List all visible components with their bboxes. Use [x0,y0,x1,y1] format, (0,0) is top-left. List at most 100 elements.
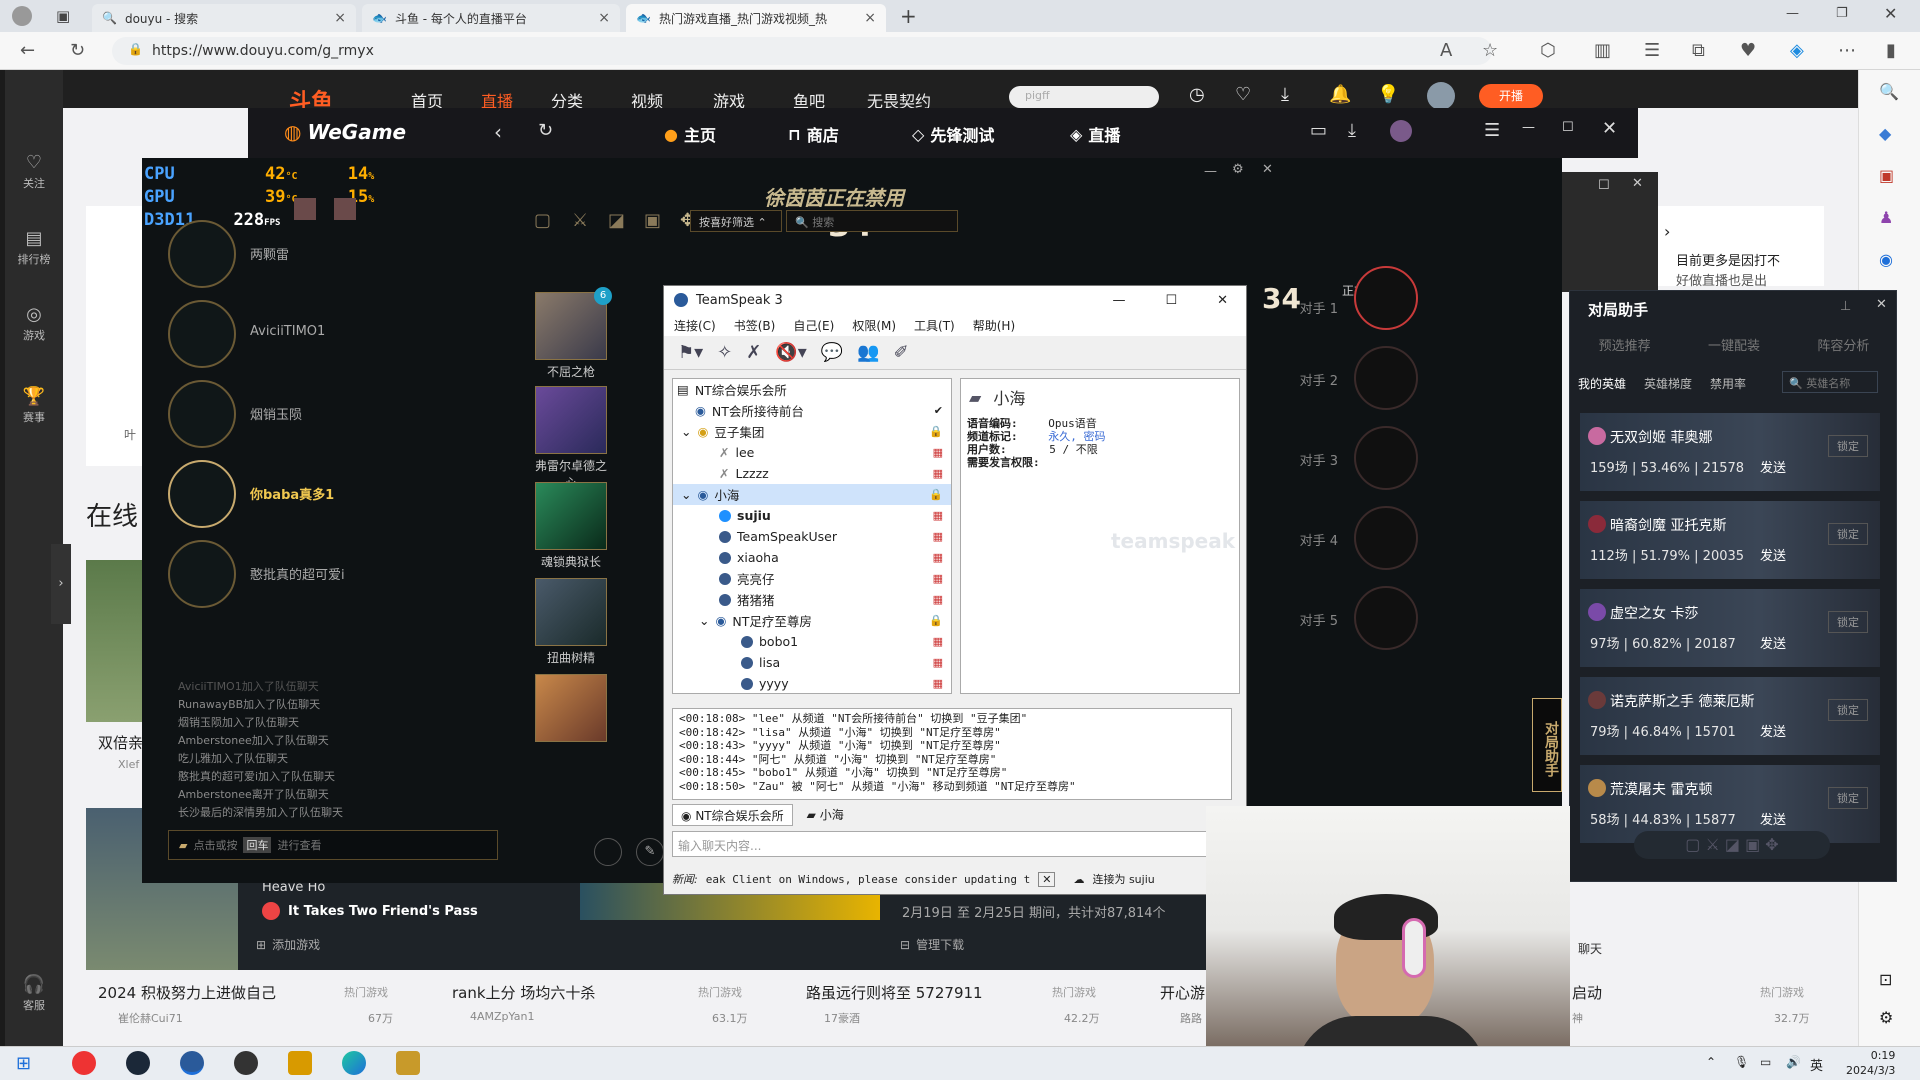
history-icon[interactable]: ◷ [1189,84,1205,105]
chat-tab-channel[interactable]: ▰ 小海 [799,804,852,826]
sidebar-item-events[interactable]: 🏆 赛事 [5,386,63,425]
shopping-icon[interactable]: ◆ [1879,124,1891,143]
tree-client[interactable]: ✗ lee ▦ [673,442,951,463]
chat-input[interactable]: 输入聊天内容... [672,831,1246,857]
back-icon[interactable]: ← [20,40,35,61]
app-edge-icon[interactable] [342,1051,366,1075]
tray-microphone-icon[interactable]: 🎙 [1734,1055,1749,1069]
stream-title[interactable]: 启动 [1572,982,1602,1003]
helper-role-filter[interactable]: ▢ ⚔ ◪ ▣ ✥ [1634,831,1830,859]
hero-search-input[interactable]: 🔍 英雄名称 [1782,371,1878,393]
menu-bookmarks[interactable]: 书签(B) [734,317,776,334]
menu-connections[interactable]: 连接(C) [674,317,716,334]
send-button[interactable]: 发送 [1760,457,1786,476]
more-menu-icon[interactable]: ⋯ [1838,40,1856,61]
settings-gear-icon[interactable]: ⚙ [1232,162,1244,177]
close-tab-icon[interactable]: × [334,10,346,26]
tree-channel[interactable]: ⌄ ◉ 豆子集团 🔒 [673,421,951,442]
restore-button[interactable]: ☐ [1598,178,1610,193]
tree-client[interactable]: ✗ Lzzzz ▦ [673,463,951,484]
restore-window-button[interactable]: ❐ [1836,6,1848,21]
wegame-nav-pioneer[interactable]: ◇ 先锋测试 [912,122,994,146]
close-button[interactable]: ✕ [1602,118,1617,139]
tree-client[interactable]: yyyy ▦ [673,673,951,693]
wegame-logo[interactable]: ◍ WeGame [284,120,406,144]
stream-title[interactable]: 2024 积极努力上进做自己 [98,982,276,1003]
push-to-talk-icon[interactable]: ✐ [894,342,909,363]
stream-title[interactable]: 开心游 [1160,982,1205,1003]
tab-ban-rate[interactable]: 禁用率 [1710,375,1746,392]
wegame-nav-home[interactable]: ● 主页 [664,122,716,146]
browser-tab-search[interactable]: 🔍 douyu - 搜索 × [92,4,356,32]
disconnect-icon[interactable]: ✧ [717,342,732,363]
stream-title[interactable]: rank上分 场均六十杀 [452,982,595,1003]
wegame-nav-store[interactable]: ⊓ 商店 [788,122,839,146]
user-avatar[interactable] [1427,82,1455,110]
close-button[interactable]: ✕ [1262,162,1273,177]
champion-tile[interactable]: 6 不屈之枪 [535,287,612,380]
open-live-button[interactable]: 开播 [1479,84,1543,108]
douyu-chat-label[interactable]: 聊天 [1578,940,1602,957]
tab-one-click-build[interactable]: 一键配装 [1708,335,1760,354]
sidebar-expand-icon[interactable]: › [51,544,71,624]
profile-avatar[interactable] [12,6,32,26]
emote-icon[interactable] [594,838,622,866]
close-tab-icon[interactable]: × [864,10,876,26]
close-button[interactable]: ✕ [1632,176,1643,191]
tree-channel-selected[interactable]: ⌄ ◉ 小海 🔒 [673,484,951,505]
add-game-button[interactable]: ⊞ 添加游戏 [256,936,320,953]
collections-icon[interactable]: ⧉ [1692,40,1705,61]
team-chat-input[interactable]: ▰ 点击或按 回车 进行查看 [168,830,498,860]
copilot-icon[interactable]: ◈ [1790,40,1804,61]
lock-button[interactable]: 锁定 [1828,523,1868,545]
app-league-client-icon[interactable] [396,1051,420,1075]
maximize-button[interactable]: ☐ [1165,293,1177,308]
sidebar-item-ranking[interactable]: ▤ 排行榜 [5,228,63,267]
left-card-title[interactable]: 双倍亲 [98,732,143,753]
folder-icon[interactable]: ▭ [1310,120,1327,141]
close-news-icon[interactable]: ✕ [1038,871,1056,887]
tray-clock[interactable]: 0:19 2024/3/3 [1846,1048,1895,1078]
refresh-icon[interactable]: ↻ [70,40,85,61]
url-input[interactable]: 🔒 https://www.douyu.com/g_rmyx [112,37,1492,65]
connect-icon[interactable]: ⚑▾ [678,342,703,363]
tab-actions-icon[interactable]: ▣ [56,7,70,25]
follow-icon[interactable]: ♡ [1235,84,1251,105]
lightbulb-icon[interactable]: 💡 [1377,84,1399,105]
menu-self[interactable]: 自己(E) [793,317,834,334]
lock-button[interactable]: 锁定 [1828,435,1868,457]
read-aloud-icon[interactable]: A [1440,40,1452,61]
pin-icon[interactable]: ⊥ [1840,299,1851,314]
stream-thumbnail[interactable] [86,560,146,722]
menu-icon[interactable]: ☰ [1484,120,1500,141]
away-icon[interactable]: 💬 [821,342,843,363]
sidebar-item-games[interactable]: ◎ 游戏 [5,304,63,343]
favorites-icon[interactable]: ☰ [1644,40,1660,61]
browser-tab-hot-games[interactable]: 🐟 热门游戏直播_热门游戏视频_热 × [626,4,886,32]
tree-server[interactable]: ▤ NT综合娱乐会所 [673,379,951,400]
tree-client[interactable]: 猪猪猪 ▦ [673,589,951,610]
hero-card[interactable]: 无双剑姬 菲奥娜 锁定 159场 | 53.46% | 21578 发送 [1580,413,1880,491]
lock-button[interactable]: 锁定 [1828,611,1868,633]
settings-gear-icon[interactable]: ⚙ [1879,1008,1893,1027]
filter-fighter-icon[interactable]: ⚔ [572,210,588,231]
chat-tab-server[interactable]: ◉ NT综合娱乐会所 [672,804,793,826]
screenshot-icon[interactable]: ⊡ [1879,970,1892,989]
minimize-button[interactable]: — [1112,293,1125,308]
game-list-item[interactable]: It Takes Two Friend's Pass [262,902,478,920]
app-steam-icon[interactable] [126,1051,150,1075]
send-button[interactable]: 发送 [1760,809,1786,828]
notification-bell-icon[interactable]: 🔔 [1329,84,1351,105]
maximize-button[interactable]: ☐ [1562,120,1574,135]
send-button[interactable]: 发送 [1760,545,1786,564]
sidebar-item-follow[interactable]: ♡ 关注 [5,152,63,191]
minimize-window-button[interactable]: — [1786,6,1799,21]
close-window-button[interactable]: ✕ [1884,4,1897,23]
lock-button[interactable]: 锁定 [1828,699,1868,721]
mute-speakers-icon[interactable]: 🔇▾ [775,342,806,363]
stream-title[interactable]: 路虽远行则将至 5727911 [806,982,983,1003]
filter-support-icon[interactable]: ▣ [644,210,661,231]
champion-tile[interactable]: 弗雷尔卓德之心 [535,386,607,491]
tray-network-icon[interactable]: ▭ [1760,1055,1771,1069]
hero-card[interactable]: 虚空之女 卡莎 锁定 97场 | 60.82% | 20187 发送 [1580,589,1880,667]
